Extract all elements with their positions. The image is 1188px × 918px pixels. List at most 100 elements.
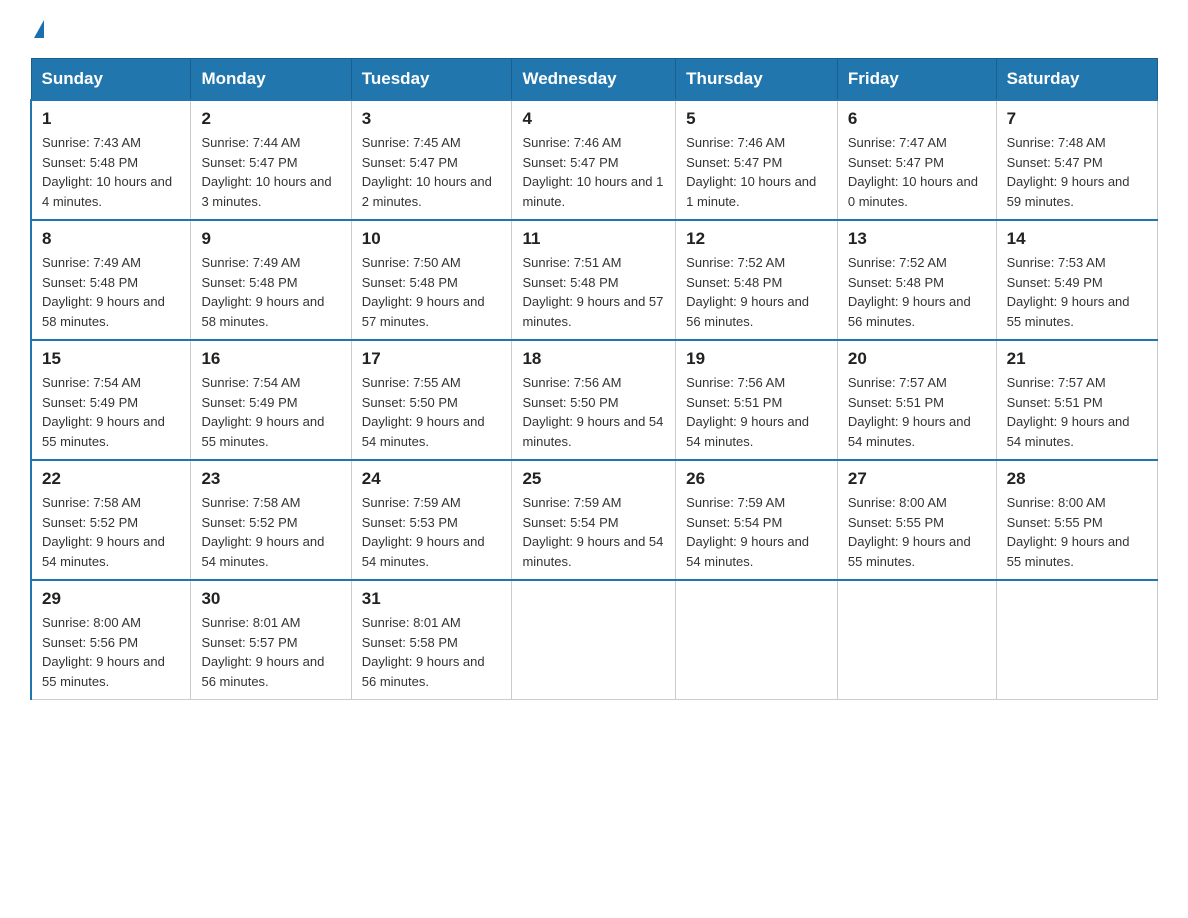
calendar-cell: 17 Sunrise: 7:55 AMSunset: 5:50 PMDayligh… [351, 340, 512, 460]
week-row-2: 8 Sunrise: 7:49 AMSunset: 5:48 PMDaylight… [31, 220, 1158, 340]
day-number: 17 [362, 349, 502, 369]
calendar-cell: 11 Sunrise: 7:51 AMSunset: 5:48 PMDayligh… [512, 220, 676, 340]
calendar-cell: 16 Sunrise: 7:54 AMSunset: 5:49 PMDayligh… [191, 340, 351, 460]
day-number: 27 [848, 469, 986, 489]
day-info: Sunrise: 7:57 AMSunset: 5:51 PMDaylight:… [848, 373, 986, 451]
day-number: 23 [201, 469, 340, 489]
calendar-cell: 28 Sunrise: 8:00 AMSunset: 5:55 PMDayligh… [996, 460, 1157, 580]
day-info: Sunrise: 7:55 AMSunset: 5:50 PMDaylight:… [362, 373, 502, 451]
col-header-sunday: Sunday [31, 59, 191, 101]
day-info: Sunrise: 7:58 AMSunset: 5:52 PMDaylight:… [201, 493, 340, 571]
day-number: 25 [522, 469, 665, 489]
logo [30, 20, 44, 38]
day-number: 8 [42, 229, 180, 249]
day-number: 21 [1007, 349, 1147, 369]
day-number: 28 [1007, 469, 1147, 489]
calendar-cell: 26 Sunrise: 7:59 AMSunset: 5:54 PMDayligh… [676, 460, 838, 580]
day-number: 24 [362, 469, 502, 489]
day-info: Sunrise: 7:54 AMSunset: 5:49 PMDaylight:… [201, 373, 340, 451]
day-info: Sunrise: 7:45 AMSunset: 5:47 PMDaylight:… [362, 133, 502, 211]
calendar-cell: 31 Sunrise: 8:01 AMSunset: 5:58 PMDayligh… [351, 580, 512, 700]
day-info: Sunrise: 7:57 AMSunset: 5:51 PMDaylight:… [1007, 373, 1147, 451]
day-info: Sunrise: 8:01 AMSunset: 5:57 PMDaylight:… [201, 613, 340, 691]
page-header [30, 20, 1158, 38]
day-number: 13 [848, 229, 986, 249]
calendar-cell [996, 580, 1157, 700]
day-info: Sunrise: 7:52 AMSunset: 5:48 PMDaylight:… [848, 253, 986, 331]
col-header-tuesday: Tuesday [351, 59, 512, 101]
day-info: Sunrise: 7:54 AMSunset: 5:49 PMDaylight:… [42, 373, 180, 451]
day-number: 5 [686, 109, 827, 129]
day-number: 9 [201, 229, 340, 249]
calendar-cell: 12 Sunrise: 7:52 AMSunset: 5:48 PMDayligh… [676, 220, 838, 340]
calendar-cell: 1 Sunrise: 7:43 AMSunset: 5:48 PMDaylight… [31, 100, 191, 220]
calendar-cell: 6 Sunrise: 7:47 AMSunset: 5:47 PMDaylight… [837, 100, 996, 220]
day-info: Sunrise: 7:56 AMSunset: 5:51 PMDaylight:… [686, 373, 827, 451]
calendar-cell: 20Sunrise: 7:57 AMSunset: 5:51 PMDayligh… [837, 340, 996, 460]
day-number: 31 [362, 589, 502, 609]
calendar-cell: 10Sunrise: 7:50 AMSunset: 5:48 PMDayligh… [351, 220, 512, 340]
day-info: Sunrise: 7:52 AMSunset: 5:48 PMDaylight:… [686, 253, 827, 331]
day-number: 12 [686, 229, 827, 249]
day-number: 15 [42, 349, 180, 369]
day-info: Sunrise: 7:56 AMSunset: 5:50 PMDaylight:… [522, 373, 665, 451]
calendar-cell: 23 Sunrise: 7:58 AMSunset: 5:52 PMDayligh… [191, 460, 351, 580]
day-info: Sunrise: 7:46 AMSunset: 5:47 PMDaylight:… [686, 133, 827, 211]
day-info: Sunrise: 8:01 AMSunset: 5:58 PMDaylight:… [362, 613, 502, 691]
calendar-cell: 25 Sunrise: 7:59 AMSunset: 5:54 PMDayligh… [512, 460, 676, 580]
day-number: 26 [686, 469, 827, 489]
day-info: Sunrise: 7:47 AMSunset: 5:47 PMDaylight:… [848, 133, 986, 211]
day-info: Sunrise: 8:00 AMSunset: 5:56 PMDaylight:… [42, 613, 180, 691]
calendar-table: SundayMondayTuesdayWednesdayThursdayFrid… [30, 58, 1158, 700]
day-info: Sunrise: 7:43 AMSunset: 5:48 PMDaylight:… [42, 133, 180, 211]
day-number: 22 [42, 469, 180, 489]
calendar-cell [676, 580, 838, 700]
day-info: Sunrise: 7:44 AMSunset: 5:47 PMDaylight:… [201, 133, 340, 211]
day-number: 6 [848, 109, 986, 129]
week-row-4: 22 Sunrise: 7:58 AMSunset: 5:52 PMDayligh… [31, 460, 1158, 580]
day-info: Sunrise: 7:49 AMSunset: 5:48 PMDaylight:… [201, 253, 340, 331]
day-info: Sunrise: 7:58 AMSunset: 5:52 PMDaylight:… [42, 493, 180, 571]
day-info: Sunrise: 7:59 AMSunset: 5:53 PMDaylight:… [362, 493, 502, 571]
day-info: Sunrise: 7:46 AMSunset: 5:47 PMDaylight:… [522, 133, 665, 211]
week-row-1: 1 Sunrise: 7:43 AMSunset: 5:48 PMDaylight… [31, 100, 1158, 220]
day-number: 30 [201, 589, 340, 609]
col-header-thursday: Thursday [676, 59, 838, 101]
calendar-cell: 27Sunrise: 8:00 AMSunset: 5:55 PMDayligh… [837, 460, 996, 580]
calendar-cell: 29 Sunrise: 8:00 AMSunset: 5:56 PMDayligh… [31, 580, 191, 700]
calendar-cell: 18 Sunrise: 7:56 AMSunset: 5:50 PMDayligh… [512, 340, 676, 460]
calendar-cell: 4 Sunrise: 7:46 AMSunset: 5:47 PMDaylight… [512, 100, 676, 220]
day-number: 18 [522, 349, 665, 369]
day-number: 1 [42, 109, 180, 129]
calendar-cell: 19 Sunrise: 7:56 AMSunset: 5:51 PMDayligh… [676, 340, 838, 460]
day-info: Sunrise: 7:51 AMSunset: 5:48 PMDaylight:… [522, 253, 665, 331]
day-info: Sunrise: 7:59 AMSunset: 5:54 PMDaylight:… [686, 493, 827, 571]
calendar-cell: 2Sunrise: 7:44 AMSunset: 5:47 PMDaylight… [191, 100, 351, 220]
col-header-saturday: Saturday [996, 59, 1157, 101]
col-header-monday: Monday [191, 59, 351, 101]
logo-triangle-icon [34, 20, 44, 38]
week-row-3: 15 Sunrise: 7:54 AMSunset: 5:49 PMDayligh… [31, 340, 1158, 460]
day-number: 4 [522, 109, 665, 129]
calendar-cell [512, 580, 676, 700]
day-info: Sunrise: 7:48 AMSunset: 5:47 PMDaylight:… [1007, 133, 1147, 211]
day-number: 7 [1007, 109, 1147, 129]
calendar-cell [837, 580, 996, 700]
day-info: Sunrise: 8:00 AMSunset: 5:55 PMDaylight:… [1007, 493, 1147, 571]
calendar-cell: 3 Sunrise: 7:45 AMSunset: 5:47 PMDaylight… [351, 100, 512, 220]
calendar-cell: 5 Sunrise: 7:46 AMSunset: 5:47 PMDaylight… [676, 100, 838, 220]
calendar-cell: 21 Sunrise: 7:57 AMSunset: 5:51 PMDayligh… [996, 340, 1157, 460]
day-number: 19 [686, 349, 827, 369]
day-number: 16 [201, 349, 340, 369]
day-number: 11 [522, 229, 665, 249]
col-header-friday: Friday [837, 59, 996, 101]
day-number: 29 [42, 589, 180, 609]
day-number: 3 [362, 109, 502, 129]
calendar-header-row: SundayMondayTuesdayWednesdayThursdayFrid… [31, 59, 1158, 101]
calendar-cell: 9 Sunrise: 7:49 AMSunset: 5:48 PMDaylight… [191, 220, 351, 340]
day-info: Sunrise: 7:49 AMSunset: 5:48 PMDaylight:… [42, 253, 180, 331]
calendar-cell: 22 Sunrise: 7:58 AMSunset: 5:52 PMDayligh… [31, 460, 191, 580]
calendar-cell: 8 Sunrise: 7:49 AMSunset: 5:48 PMDaylight… [31, 220, 191, 340]
week-row-5: 29 Sunrise: 8:00 AMSunset: 5:56 PMDayligh… [31, 580, 1158, 700]
day-info: Sunrise: 7:59 AMSunset: 5:54 PMDaylight:… [522, 493, 665, 571]
